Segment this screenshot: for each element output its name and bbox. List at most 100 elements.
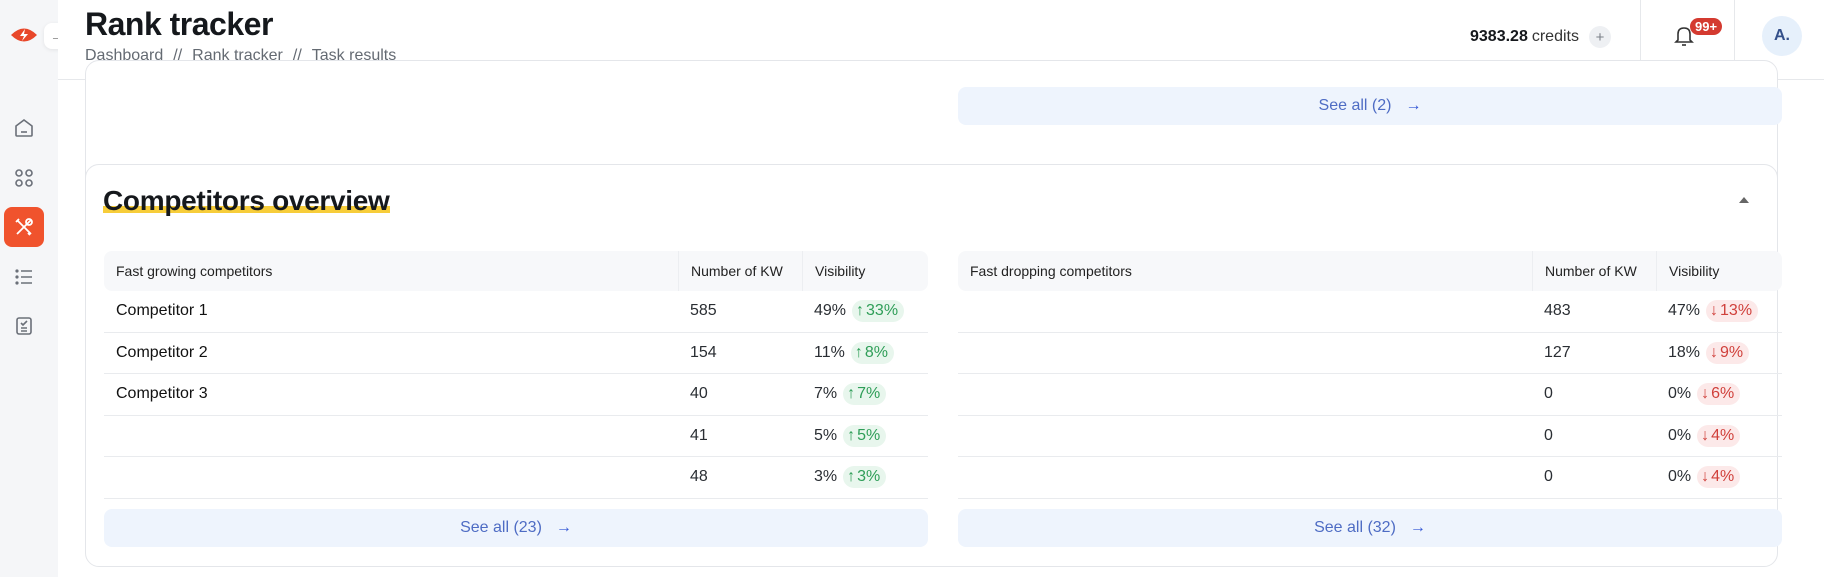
see-all-growing-button[interactable]: See all (23) → [104, 508, 928, 547]
table-row[interactable]: Competitor 3 40 7% ↑ 7% [104, 374, 928, 416]
credits-display: 9383.28 credits + [1470, 26, 1611, 48]
competitor-name[interactable] [958, 457, 1532, 498]
table-row[interactable]: 0 0% ↓ 4% [958, 457, 1782, 499]
visibility-change-value: 5% [857, 426, 881, 444]
visibility-change-value: 3% [857, 468, 881, 486]
section-title: Competitors overview [103, 185, 390, 216]
apps-grid-icon [15, 169, 33, 187]
sidebar-item-apps[interactable] [4, 158, 44, 198]
visibility-change-value: 4% [1711, 468, 1735, 486]
visibility-value: 0% [1668, 426, 1692, 444]
main-content: See all (2) → Competitors overview Fast … [58, 60, 1824, 577]
column-header[interactable]: Fast growing competitors [104, 251, 678, 291]
visibility-change-badge: ↑ 5% [843, 424, 887, 447]
sidebar-item-tools[interactable] [4, 207, 44, 247]
arrow-up-icon: ↑ [847, 468, 856, 486]
visibility-change-value: 33% [866, 302, 899, 320]
add-credits-button[interactable]: + [1588, 26, 1611, 48]
column-header[interactable]: Fast dropping competitors [958, 251, 1532, 291]
kw-count: 154 [690, 343, 717, 361]
visibility-change-badge: ↑ 3% [843, 466, 887, 489]
fast-dropping-table: Fast dropping competitors Number of KW V… [958, 251, 1782, 547]
table-header: Fast dropping competitors Number of KW V… [958, 251, 1782, 291]
visibility-change-badge: ↑ 7% [843, 383, 887, 406]
column-header[interactable]: Visibility [1656, 251, 1782, 291]
competitor-name[interactable]: Competitor 3 [104, 374, 678, 415]
visibility-change-value: 6% [1711, 385, 1735, 403]
visibility-change-badge: ↓ 4% [1697, 466, 1741, 489]
visibility-change-value: 4% [1711, 426, 1735, 444]
arrow-down-icon: ↓ [1710, 343, 1719, 361]
checklist-icon [16, 317, 32, 335]
sidebar-item-home[interactable] [4, 108, 44, 148]
competitor-name[interactable] [104, 416, 678, 457]
table-header: Fast growing competitors Number of KW Vi… [104, 251, 928, 291]
see-all-label: See all (23) [460, 518, 542, 536]
kw-count: 0 [1544, 468, 1553, 486]
visibility-change-value: 13% [1720, 302, 1753, 320]
arrow-down-icon: ↓ [1701, 385, 1710, 403]
competitor-name[interactable] [958, 291, 1532, 332]
sidebar-item-list[interactable] [4, 257, 44, 297]
visibility-change-badge: ↑ 33% [852, 300, 905, 323]
competitor-name[interactable] [958, 416, 1532, 457]
kw-count: 48 [690, 468, 708, 486]
visibility-change-badge: ↓ 9% [1706, 341, 1750, 364]
see-all-label: See all (2) [1318, 97, 1392, 114]
sidebar-item-tasks[interactable] [4, 306, 44, 346]
tools-icon [15, 218, 33, 236]
collapse-icon[interactable] [1739, 197, 1749, 203]
visibility-change-value: 8% [864, 343, 888, 361]
column-header[interactable]: Visibility [802, 251, 928, 291]
column-header[interactable]: Number of KW [1532, 251, 1656, 291]
see-all-button[interactable]: See all (2) → [958, 87, 1782, 125]
arrow-right-icon: → [1405, 97, 1422, 114]
sidebar: → [0, 0, 70, 577]
competitor-name[interactable] [958, 374, 1532, 415]
table-row[interactable]: 127 18% ↓ 9% [958, 333, 1782, 374]
arrow-down-icon: ↓ [1710, 302, 1719, 320]
visibility-change-badge: ↑ 8% [850, 341, 894, 364]
competitor-name[interactable]: Competitor 1 [104, 291, 678, 332]
kw-count: 483 [1544, 302, 1571, 320]
visibility-cell: 7% ↑ 7% [802, 374, 928, 415]
arrow-down-icon: ↓ [1701, 426, 1710, 444]
visibility-value: 0% [1668, 468, 1692, 486]
competitor-name[interactable]: Competitor 2 [104, 333, 678, 374]
fast-growing-table: Fast growing competitors Number of KW Vi… [104, 251, 928, 547]
visibility-cell: 49% ↑ 33% [802, 291, 928, 332]
arrow-up-icon: ↑ [847, 385, 856, 403]
table-row[interactable]: 483 47% ↓ 13% [958, 291, 1782, 333]
see-all-dropping-button[interactable]: See all (32) → [958, 508, 1782, 547]
table-row[interactable]: Competitor 1 585 49% ↑ 33% [104, 291, 928, 333]
notification-badge: 99+ [1690, 18, 1723, 35]
kw-count: 40 [690, 385, 708, 403]
column-header[interactable]: Number of KW [678, 251, 802, 291]
arrow-up-icon: ↑ [856, 302, 865, 320]
table-row[interactable]: Competitor 2 154 11% ↑ 8% [104, 333, 928, 374]
visibility-cell: 0% ↓ 6% [1656, 374, 1782, 415]
visibility-value: 18% [1668, 343, 1701, 361]
competitor-name[interactable] [104, 457, 678, 498]
visibility-value: 7% [814, 385, 838, 403]
kw-count: 0 [1544, 426, 1553, 444]
credits-value: 9383.28 [1470, 28, 1528, 45]
table-row[interactable]: 48 3% ↑ 3% [104, 457, 928, 499]
competitors-overview-card: Competitors overview Fast growing compet… [85, 164, 1782, 567]
table-row[interactable]: 0 0% ↓ 6% [958, 374, 1782, 416]
visibility-change-value: 7% [857, 385, 881, 403]
visibility-change-badge: ↓ 6% [1697, 383, 1741, 406]
table-row[interactable]: 0 0% ↓ 4% [958, 416, 1782, 457]
visibility-cell: 0% ↓ 4% [1656, 457, 1782, 498]
visibility-value: 5% [814, 426, 838, 444]
visibility-value: 11% [814, 343, 845, 361]
list-icon [15, 269, 32, 285]
visibility-cell: 0% ↓ 4% [1656, 416, 1782, 457]
visibility-value: 3% [814, 468, 838, 486]
visibility-value: 49% [814, 302, 847, 320]
table-row[interactable]: 41 5% ↑ 5% [104, 416, 928, 457]
avatar[interactable]: A. [1762, 16, 1802, 56]
visibility-value: 47% [1668, 302, 1701, 320]
logo-icon[interactable] [10, 26, 38, 44]
competitor-name[interactable] [958, 333, 1532, 374]
